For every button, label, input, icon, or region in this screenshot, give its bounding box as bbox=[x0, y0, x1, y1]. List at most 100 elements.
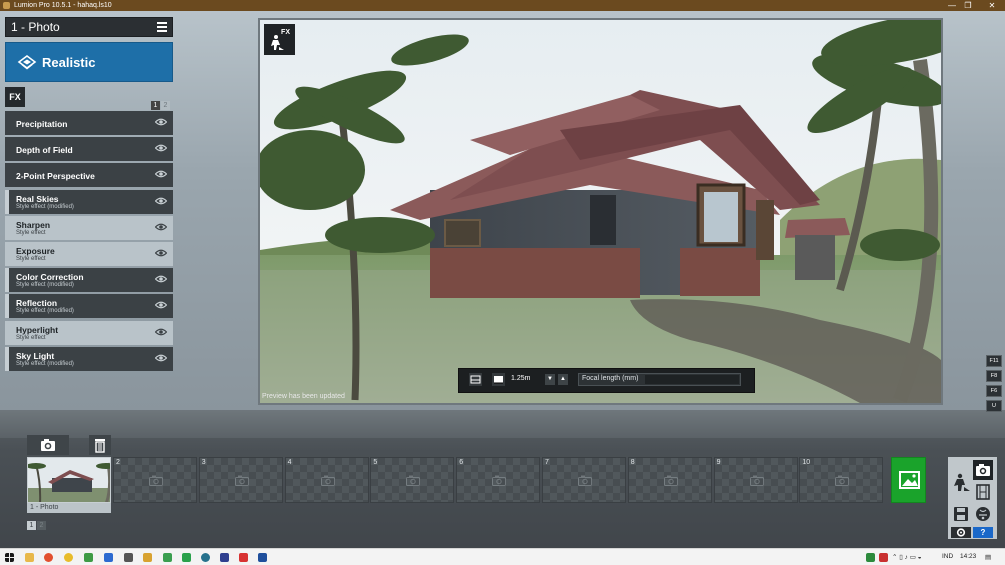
trash-icon bbox=[95, 439, 105, 453]
settings-button[interactable] bbox=[951, 527, 971, 538]
hamburger-menu-icon[interactable] bbox=[157, 22, 167, 32]
photo-slot[interactable]: 8 bbox=[627, 457, 712, 503]
fx-badge-label: FX bbox=[281, 29, 290, 36]
effect-item[interactable]: 2-Point Perspective bbox=[5, 163, 173, 188]
eye-visibility-icon[interactable] bbox=[155, 354, 167, 362]
photo-title-bar[interactable]: 1 - Photo bbox=[5, 17, 173, 37]
delete-photo-button[interactable] bbox=[89, 435, 111, 455]
photo-slot[interactable]: 10 bbox=[799, 457, 884, 503]
effect-item[interactable]: Color Correction Style effect (modified) bbox=[5, 268, 173, 293]
app-icon-11[interactable] bbox=[220, 553, 229, 562]
help-button[interactable]: ? bbox=[973, 527, 993, 538]
f6-key-hint[interactable]: F6 bbox=[986, 385, 1002, 397]
firefox-icon[interactable] bbox=[44, 553, 53, 562]
render-photo-button[interactable] bbox=[891, 457, 926, 503]
render-viewport[interactable] bbox=[258, 18, 943, 405]
save-camera-button[interactable] bbox=[27, 435, 69, 455]
effect-item[interactable]: Sharpen Style effect bbox=[5, 215, 173, 240]
eye-visibility-icon[interactable] bbox=[155, 275, 167, 283]
effect-subtitle: Style effect bbox=[16, 334, 46, 341]
f8-key-hint[interactable]: F8 bbox=[986, 370, 1002, 382]
camera-level-button[interactable] bbox=[469, 373, 482, 386]
build-mode-button[interactable] bbox=[951, 471, 971, 493]
effect-name: 2-Point Perspective bbox=[16, 171, 95, 182]
lumion-taskbar-icon[interactable] bbox=[258, 553, 267, 562]
app-icon-12[interactable] bbox=[239, 553, 248, 562]
photo-slot-1-thumbnail[interactable] bbox=[27, 457, 111, 503]
focal-length-slider[interactable]: Focal length (mm) bbox=[578, 373, 741, 386]
effect-item[interactable]: Real Skies Style effect (modified) bbox=[5, 189, 173, 214]
effect-name: Real Skies bbox=[16, 193, 59, 204]
empty-slot-camera-icon bbox=[663, 475, 678, 486]
app-icon-9[interactable] bbox=[182, 553, 191, 562]
photo-slot[interactable]: 6 bbox=[456, 457, 541, 503]
effect-item[interactable]: Depth of Field bbox=[5, 137, 173, 162]
fx-button[interactable]: FX bbox=[264, 24, 295, 55]
eye-visibility-icon[interactable] bbox=[155, 144, 167, 152]
chrome-icon[interactable] bbox=[64, 553, 73, 562]
photo-slot[interactable]: 9 bbox=[713, 457, 798, 503]
photo-slot[interactable]: 7 bbox=[542, 457, 626, 503]
close-button[interactable]: ✕ bbox=[982, 0, 1002, 11]
effect-item[interactable]: Hyperlight Style effect bbox=[5, 320, 173, 345]
preview-status-text: Preview has been updated bbox=[262, 393, 345, 400]
effect-item[interactable]: Precipitation bbox=[5, 111, 173, 135]
photo-slot[interactable]: 4 bbox=[284, 457, 369, 503]
window-titlebar: Lumion Pro 10.5.1 - hahaq.ls10 — ❐ ✕ bbox=[0, 0, 1005, 11]
effect-page-2[interactable]: 2 bbox=[161, 101, 170, 110]
effect-item[interactable]: Reflection Style effect (modified) bbox=[5, 294, 173, 319]
u-key-hint[interactable]: U bbox=[986, 400, 1002, 412]
fx-tab[interactable]: FX bbox=[5, 87, 25, 107]
eye-visibility-icon[interactable] bbox=[155, 328, 167, 336]
photo-slot[interactable]: 3 bbox=[198, 457, 283, 503]
save-file-button[interactable] bbox=[951, 504, 971, 524]
style-selector[interactable]: Realistic bbox=[5, 42, 173, 82]
app-icon-6[interactable] bbox=[124, 553, 133, 562]
app-icon-7[interactable] bbox=[143, 553, 152, 562]
eye-visibility-icon[interactable] bbox=[155, 170, 167, 178]
shelf-page-1[interactable]: 1 bbox=[27, 521, 36, 530]
camera-height-button[interactable] bbox=[492, 373, 505, 386]
tray-icons-more[interactable]: ⌃ ▯ ♪ ▭ ◒ bbox=[892, 553, 922, 561]
empty-slot-camera-icon bbox=[149, 475, 163, 486]
camera-height-up-button[interactable]: ▲ bbox=[558, 374, 568, 385]
effect-item[interactable]: Sky Light Style effect (modified) bbox=[5, 346, 173, 371]
maximize-button[interactable]: ❐ bbox=[958, 0, 978, 11]
taskbar-clock[interactable]: 14:23 bbox=[960, 553, 976, 560]
photo-mode-button[interactable] bbox=[973, 460, 993, 480]
app-icon-8[interactable] bbox=[163, 553, 172, 562]
focal-length-track[interactable] bbox=[645, 375, 739, 384]
eye-visibility-icon[interactable] bbox=[155, 118, 167, 126]
notifications-icon[interactable]: ▤ bbox=[985, 553, 991, 561]
camera-height-value: 1.25m bbox=[511, 375, 531, 382]
panorama-mode-button[interactable] bbox=[973, 504, 993, 524]
tray-icon-2[interactable] bbox=[879, 553, 888, 562]
photo-slot[interactable]: 2 bbox=[113, 457, 197, 503]
app-icon-10[interactable] bbox=[201, 553, 210, 562]
mode-panel: ? bbox=[948, 457, 997, 539]
effect-name: Precipitation bbox=[16, 119, 68, 129]
camera-height-down-button[interactable]: ▼ bbox=[545, 374, 555, 385]
keyboard-language[interactable]: IND bbox=[942, 553, 953, 560]
f11-key-hint[interactable]: F11 bbox=[986, 355, 1002, 367]
eye-visibility-icon[interactable] bbox=[155, 223, 167, 231]
eye-visibility-icon[interactable] bbox=[155, 249, 167, 257]
photo-slot[interactable]: 5 bbox=[370, 457, 455, 503]
effect-subtitle: Style effect (modified) bbox=[16, 360, 74, 367]
windows-start-icon[interactable] bbox=[5, 553, 14, 562]
lumion-app-icon bbox=[3, 2, 10, 9]
build-worker-icon bbox=[954, 473, 970, 491]
film-strip-icon bbox=[976, 484, 990, 500]
effect-page-1[interactable]: 1 bbox=[151, 101, 160, 110]
empty-slot-camera-icon bbox=[234, 475, 249, 486]
notepad-plus-icon[interactable] bbox=[84, 553, 93, 562]
tray-icon-1[interactable] bbox=[866, 553, 875, 562]
shelf-page-2[interactable]: 2 bbox=[37, 521, 46, 530]
effect-item[interactable]: Exposure Style effect bbox=[5, 242, 173, 266]
empty-slot-camera-icon bbox=[320, 475, 335, 486]
eye-visibility-icon[interactable] bbox=[155, 301, 167, 309]
file-explorer-icon[interactable] bbox=[25, 553, 34, 562]
eye-visibility-icon[interactable] bbox=[155, 197, 167, 205]
word-icon[interactable] bbox=[104, 553, 113, 562]
movie-mode-button[interactable] bbox=[973, 482, 993, 502]
